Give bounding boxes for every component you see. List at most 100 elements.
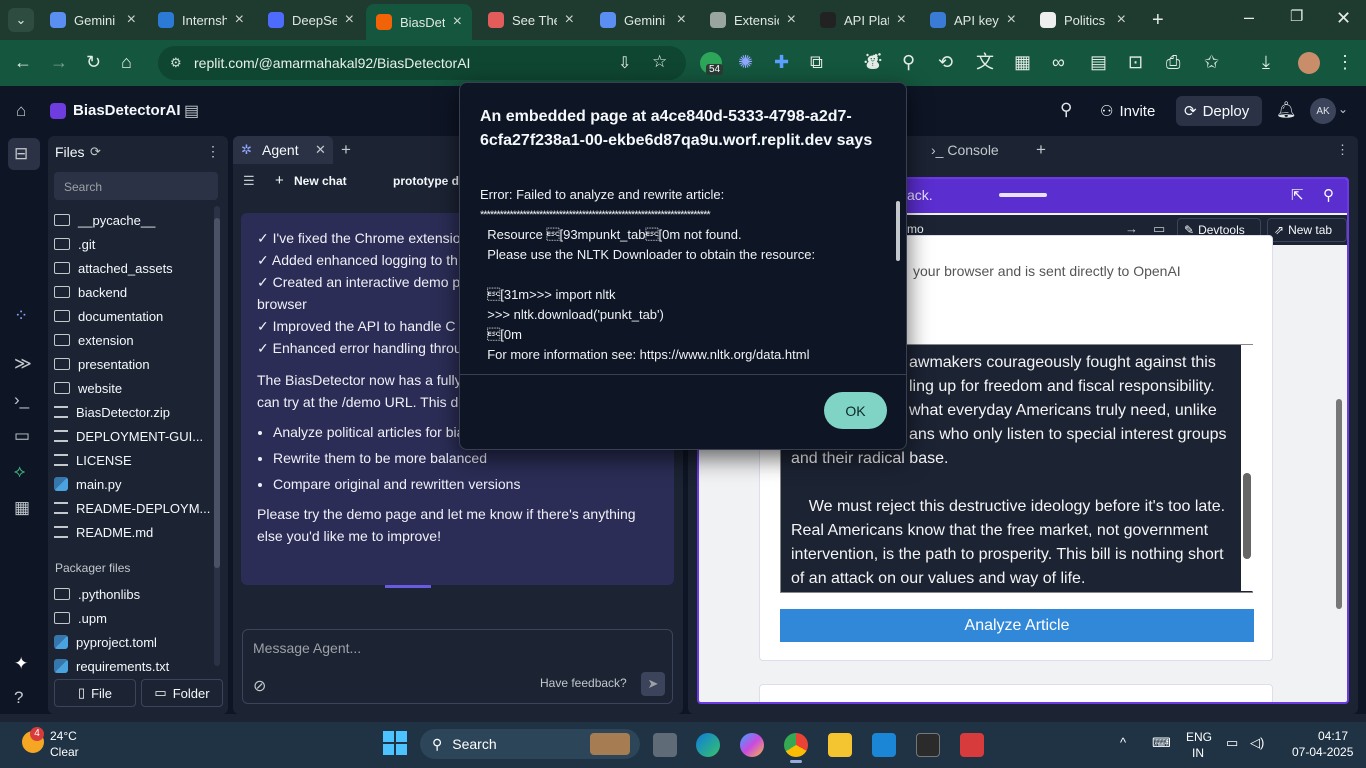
attach-icon[interactable]: ⊘	[253, 676, 266, 696]
tab-close-icon[interactable]: ×	[677, 11, 686, 29]
volume-icon[interactable]: ◁)	[1250, 735, 1264, 751]
file-tree-item[interactable]: main.py	[54, 473, 122, 495]
forward-icon[interactable]: →	[50, 53, 68, 71]
terminal-app-icon[interactable]	[916, 733, 940, 757]
close-tab-icon[interactable]: ✕	[315, 142, 326, 158]
monitor-icon[interactable]: ▭	[14, 426, 30, 446]
minimize-icon[interactable]: –	[1244, 8, 1254, 26]
file-tree-item[interactable]: LICENSE	[54, 449, 132, 471]
packager-item[interactable]: pyproject.toml	[54, 631, 157, 653]
tab-close-icon[interactable]: ×	[1117, 11, 1126, 29]
file-tree-item[interactable]: .git	[54, 233, 95, 255]
browser-tab[interactable]: BiasDet ×	[366, 4, 472, 40]
chrome-icon[interactable]	[784, 733, 808, 757]
send-icon[interactable]: ➤	[641, 672, 665, 696]
tab-close-icon[interactable]: ×	[453, 13, 462, 31]
screenshot-icon[interactable]: ⊡	[1128, 53, 1143, 71]
browser-tab[interactable]: Internsh ×	[148, 6, 254, 34]
table-icon[interactable]: ▤	[1090, 53, 1107, 71]
close-window-icon[interactable]: ✕	[1336, 9, 1351, 27]
webview-scrollbar[interactable]	[1335, 249, 1343, 699]
terminal-icon[interactable]: ›_	[14, 390, 29, 410]
translate-icon[interactable]: 文	[976, 53, 994, 71]
edge-icon[interactable]	[696, 733, 720, 757]
dots-icon[interactable]: ⁘	[14, 306, 28, 326]
file-tree-item[interactable]: __pycache__	[54, 209, 155, 231]
article-scrollbar[interactable]	[1241, 345, 1253, 591]
language-top[interactable]: ENG	[1186, 730, 1212, 744]
browser-tab[interactable]: Politics ×	[1030, 6, 1136, 34]
file-tree-item[interactable]: website	[54, 377, 122, 399]
popout-icon[interactable]: ⇱	[1291, 186, 1304, 204]
new-chat-button[interactable]: New chat	[294, 174, 347, 188]
browser-menu-icon[interactable]: ⋮	[1336, 53, 1354, 71]
incognito-icon[interactable]: ⛇	[864, 53, 882, 71]
console-tab[interactable]: ›_ Console	[931, 142, 999, 158]
search-icon[interactable]: ⚲	[1060, 100, 1072, 120]
network-icon[interactable]: ▭	[1226, 735, 1238, 751]
browser-tab[interactable]: API key ×	[920, 6, 1026, 34]
language-bottom[interactable]: IN	[1192, 746, 1204, 760]
browser-tab[interactable]: DeepSe ×	[258, 6, 364, 34]
file-tree-item[interactable]: README-DEPLOYM...	[54, 497, 210, 519]
extension-gear-icon[interactable]: ✺	[738, 53, 753, 71]
add-tab-icon[interactable]: +	[1036, 140, 1046, 160]
tray-chevron-icon[interactable]: ^	[1120, 735, 1126, 750]
tab-close-icon[interactable]: ×	[345, 11, 354, 29]
extensions-icon[interactable]: ⧉	[810, 53, 823, 71]
chevron-down-icon[interactable]: ⌄	[1338, 102, 1348, 116]
file-tree-item[interactable]: DEPLOYMENT-GUI...	[54, 425, 203, 447]
browser-tab[interactable]: Gemini ×	[40, 6, 146, 34]
download-icon[interactable]: ⤓	[1262, 53, 1270, 71]
project-info-icon[interactable]: ▤	[184, 101, 199, 121]
site-info-icon[interactable]: ⚙	[170, 55, 182, 71]
tab-close-icon[interactable]: ×	[127, 11, 136, 29]
drag-handle[interactable]	[999, 193, 1047, 197]
help-icon[interactable]: ?	[14, 688, 23, 708]
deploy-button[interactable]: ⟳ Deploy	[1176, 96, 1262, 126]
snipping-tool-icon[interactable]	[960, 733, 984, 757]
file-tree-item[interactable]: BiasDetector.zip	[54, 401, 170, 423]
maximize-icon[interactable]: ❐	[1290, 9, 1303, 24]
analyze-article-button[interactable]: Analyze Article	[780, 609, 1254, 642]
address-bar[interactable]: ⚙ replit.com/@amarmahakal92/BiasDetector…	[158, 46, 686, 80]
tab-close-icon[interactable]: ×	[565, 11, 574, 29]
new-file-button[interactable]: ▯ File	[54, 679, 136, 707]
browser-tab[interactable]: Gemini ×	[590, 6, 696, 34]
qr-icon[interactable]: ▦	[1014, 53, 1031, 71]
task-view-icon[interactable]	[653, 733, 677, 757]
print-icon[interactable]: ⎙	[1166, 53, 1180, 71]
ok-button[interactable]: OK	[824, 392, 887, 429]
install-app-icon[interactable]: ⇩	[618, 53, 631, 73]
link-icon[interactable]: ∞	[1052, 53, 1065, 71]
git-icon[interactable]: ⟡	[14, 462, 25, 482]
favorites-icon[interactable]: ✩	[1204, 53, 1219, 71]
tab-close-icon[interactable]: ×	[1007, 11, 1016, 29]
new-folder-button[interactable]: ▭ Folder	[141, 679, 223, 707]
file-explorer-icon[interactable]	[828, 733, 852, 757]
puzzle-active-icon[interactable]: ✚	[774, 53, 789, 71]
add-tab-icon[interactable]: +	[341, 140, 351, 160]
user-avatar[interactable]: AK	[1310, 98, 1336, 124]
files-search-input[interactable]: Search	[54, 172, 218, 200]
apps-icon[interactable]: ▦	[14, 498, 30, 518]
tab-close-icon[interactable]: ×	[897, 11, 906, 29]
packager-item[interactable]: requirements.txt	[54, 655, 169, 677]
location-icon[interactable]: ⚲	[902, 53, 915, 71]
home-icon[interactable]: ⌂	[16, 101, 26, 121]
packager-item[interactable]: .pythonlibs	[54, 583, 140, 605]
taskbar-search[interactable]: ⚲ Search	[420, 729, 640, 759]
new-tab-button[interactable]: ⇗ New tab	[1267, 218, 1347, 242]
history-icon[interactable]: ⟲	[938, 53, 953, 71]
windows-start-icon[interactable]	[383, 731, 407, 755]
store-icon[interactable]	[872, 733, 896, 757]
clock-time[interactable]: 04:17	[1318, 729, 1348, 743]
pin-icon[interactable]: ⚲	[1323, 186, 1334, 204]
browser-tab[interactable]: Extensio ×	[700, 6, 806, 34]
panel-menu-icon[interactable]: ⋮	[1336, 142, 1349, 158]
files-scrollbar[interactable]	[214, 206, 220, 666]
new-chat-icon[interactable]: +	[275, 172, 284, 189]
bookmark-star-icon[interactable]: ☆	[652, 52, 667, 72]
files-menu-icon[interactable]: ⋮	[206, 143, 220, 160]
file-tree-item[interactable]: extension	[54, 329, 134, 351]
